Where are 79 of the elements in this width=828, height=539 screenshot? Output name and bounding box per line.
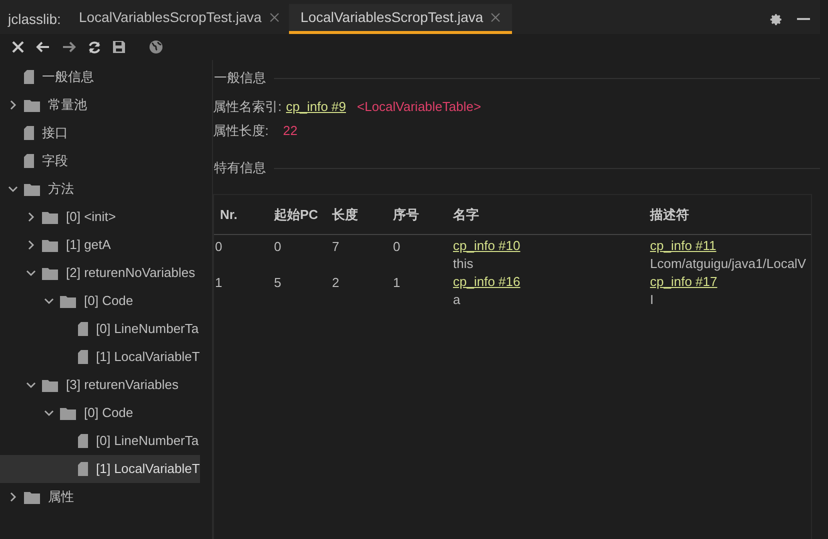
tree-item[interactable]: 一般信息 xyxy=(0,63,200,91)
folder-icon xyxy=(42,266,58,280)
globe-icon[interactable] xyxy=(149,40,163,54)
column-header: 长度 xyxy=(332,206,359,224)
folder-icon xyxy=(60,294,76,308)
table-cell-text: 1 xyxy=(214,274,224,292)
file-icon xyxy=(78,350,88,364)
chevron-icon xyxy=(44,408,54,418)
table-cell-text: 2 xyxy=(332,274,340,292)
table-cell: I xyxy=(650,291,654,309)
tree-item[interactable]: [0] <init> xyxy=(0,203,200,231)
column-header: 序号 xyxy=(393,206,420,224)
tree-item[interactable]: [1] LocalVariableT xyxy=(0,455,200,483)
cp-info-link[interactable]: cp_info #9 xyxy=(286,97,346,117)
section-title: 一般信息 xyxy=(213,69,266,88)
app-label: jclasslib: xyxy=(6,10,62,29)
tree-item[interactable]: 方法 xyxy=(0,175,200,203)
attribute-length-value: 22 xyxy=(283,122,298,140)
tree-item[interactable]: [0] LineNumberTa xyxy=(0,427,200,455)
file-tab[interactable]: LocalVariablesScropTest.java xyxy=(288,4,512,34)
column-header: 名字 xyxy=(453,206,480,224)
tree-item[interactable]: 属性 xyxy=(0,483,200,511)
table-cell-text: 0 xyxy=(214,238,224,256)
chevron-icon xyxy=(44,296,54,306)
table-cell: a xyxy=(453,291,460,309)
tree-item[interactable]: [0] LineNumberTa xyxy=(0,315,200,343)
table-cell-text: 0 xyxy=(274,238,282,256)
cp-info-link[interactable]: cp_info #16 xyxy=(453,273,520,291)
tree-item[interactable]: 常量池 xyxy=(0,91,200,119)
section-title: 特有信息 xyxy=(213,159,266,178)
tree-item[interactable]: 字段 xyxy=(0,147,200,175)
file-icon xyxy=(78,462,88,476)
folder-icon xyxy=(42,238,58,252)
forward-arrow-icon[interactable] xyxy=(62,41,76,53)
column-header: 起始PC xyxy=(274,206,320,224)
file-icon xyxy=(78,434,88,448)
chevron-icon xyxy=(26,240,36,250)
tree-item[interactable]: [0] Code xyxy=(0,399,200,427)
close-icon[interactable] xyxy=(12,41,24,53)
cp-info-link[interactable]: cp_info #10 xyxy=(453,237,520,255)
field-label: 属性长度: xyxy=(213,122,270,140)
column-header: Nr. xyxy=(219,206,238,224)
tree-item[interactable]: [3] returenVariables xyxy=(0,371,200,399)
save-icon[interactable] xyxy=(113,41,125,53)
chevron-icon xyxy=(26,268,36,278)
attribute-name-value: <LocalVariableTable> xyxy=(357,98,482,116)
table-cell-text: 0 xyxy=(393,238,402,256)
refresh-icon[interactable] xyxy=(88,40,101,54)
table-cell: this xyxy=(453,255,474,273)
column-header: 描述符 xyxy=(650,206,690,224)
chevron-icon xyxy=(8,184,18,194)
folder-icon xyxy=(24,490,40,504)
chevron-icon xyxy=(8,100,18,110)
field-label: 属性名索引: xyxy=(213,98,283,116)
tree-item[interactable]: [1] LocalVariableT xyxy=(0,343,200,371)
folder-icon xyxy=(42,378,58,392)
tree-item[interactable]: 接口 xyxy=(0,119,200,147)
table-cell-text: 7 xyxy=(332,238,340,256)
table-cell: Lcom/atguigu/java1/LocalV xyxy=(650,255,806,273)
tree-item[interactable]: [2] returenNoVariables xyxy=(0,259,200,287)
file-icon xyxy=(24,126,34,140)
chevron-icon xyxy=(26,380,36,390)
file-icon xyxy=(24,70,34,84)
settings-icon[interactable] xyxy=(770,12,783,26)
back-arrow-icon[interactable] xyxy=(36,41,50,53)
file-icon xyxy=(24,154,34,168)
cp-info-link[interactable]: cp_info #17 xyxy=(650,273,718,291)
chevron-icon xyxy=(8,492,18,502)
folder-icon xyxy=(24,98,40,112)
file-icon xyxy=(78,322,88,336)
folder-icon xyxy=(60,406,76,420)
folder-icon xyxy=(24,182,40,196)
chevron-icon xyxy=(26,212,36,222)
cp-info-link[interactable]: cp_info #11 xyxy=(650,237,716,255)
tree-item[interactable]: [0] Code xyxy=(0,287,200,315)
table-cell-text: 5 xyxy=(274,274,282,292)
table-cell-text: 1 xyxy=(393,274,402,292)
tree-item[interactable]: [1] getA xyxy=(0,231,200,259)
folder-icon xyxy=(42,210,58,224)
